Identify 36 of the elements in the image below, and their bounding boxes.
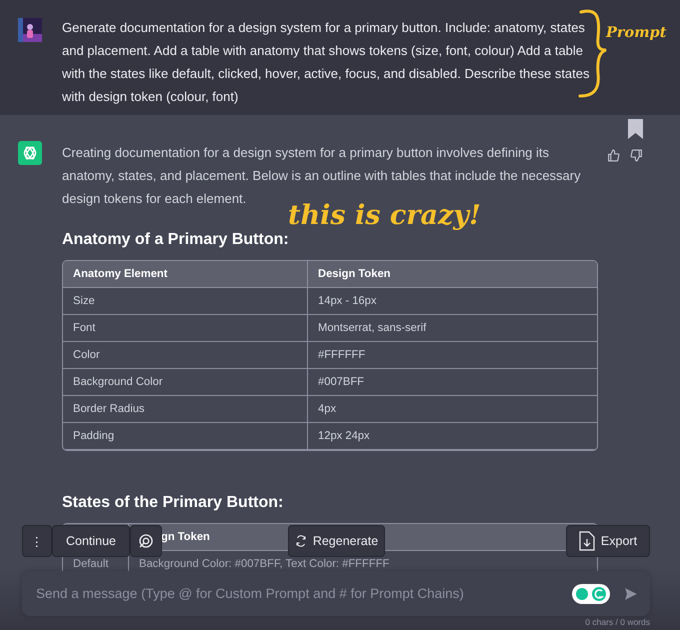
table-header: Anatomy Element (63, 261, 308, 288)
table-cell: #007BFF (308, 369, 597, 396)
table-cell: Montserrat, sans-serif (308, 315, 597, 342)
table-cell: #FFFFFF (308, 342, 597, 369)
message-input[interactable]: Send a message (Type @ for Custom Prompt and # for Prompt Chains) (34, 585, 572, 602)
table-cell: Size (63, 288, 308, 315)
file-download-icon (578, 531, 595, 551)
thumbs-down-icon[interactable] (630, 149, 643, 162)
table-cell: 12px 24px (308, 423, 597, 450)
table-cell: 14px - 16px (308, 288, 597, 315)
regenerate-button[interactable]: Regenerate (288, 525, 385, 557)
word-counter: 0 chars / 0 words (585, 617, 650, 627)
spiral-icon (138, 533, 154, 549)
handwritten-note: Prompt (606, 24, 666, 41)
action-button[interactable] (130, 525, 162, 557)
thumbs-up-icon[interactable] (607, 149, 620, 162)
prompt-assist-icon[interactable] (572, 584, 610, 604)
table-cell: Color (63, 342, 308, 369)
table-cell: Font (63, 315, 308, 342)
section-heading: Anatomy of a Primary Button: (62, 230, 290, 250)
handwritten-note: this is crazy! (288, 200, 481, 231)
export-button[interactable]: Export (566, 525, 650, 557)
bookmark-icon[interactable] (628, 119, 643, 139)
section-heading: States of the Primary Button: (62, 493, 284, 513)
table-cell: Padding (63, 423, 308, 450)
message-composer[interactable]: Send a message (Type @ for Custom Prompt and # for Prompt Chains) (22, 571, 650, 616)
table-cell: Border Radius (63, 396, 308, 423)
table-header: Design Token (308, 261, 597, 288)
table-cell: Background Color (63, 369, 308, 396)
assistant-logo-icon (18, 141, 42, 165)
more-button[interactable]: ⋮ (22, 525, 52, 557)
refresh-icon (294, 535, 307, 547)
send-icon[interactable] (624, 586, 638, 600)
user-message: Generate documentation for a design system for a primary button. Include: anatomy, states and placement. Add a table with anatomy that shows tokens (size, font, colour) Add a table with the states like default, clicked, hover, active, focus, and disabled. Describe these states with design token (colour, font) (62, 19, 591, 106)
table-cell: 4px (308, 396, 597, 423)
continue-button[interactable]: Continue (52, 525, 130, 557)
